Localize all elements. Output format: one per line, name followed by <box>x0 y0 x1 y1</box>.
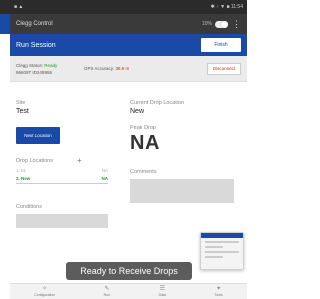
status-prefix: Clegg Status: <box>16 62 44 68</box>
bottom-nav: ✧ Configuration ✎ Run ☰ Data ✦ Tools <box>10 283 247 299</box>
nav-label: Tools <box>214 293 223 297</box>
drop-locations-label: Drop Locations <box>16 157 53 164</box>
app-meta: 10% <box>201 21 212 27</box>
nav-label: Configuration <box>34 293 56 297</box>
device-info-bar: Clegg Status: Ready 96609T ID248886 GPS … <box>10 56 247 82</box>
app-window: ■ ▲ ✱ ↑ ▼ ■ 11:54 Clegg Control 10% ⋮ Ru… <box>10 0 247 299</box>
finish-button[interactable]: Finish <box>201 38 241 52</box>
disconnect-button[interactable]: Disconnect <box>207 62 241 75</box>
background-app-edge <box>0 0 10 299</box>
gps-prefix: GPS Accuracy: <box>84 66 115 71</box>
list-item[interactable]: 1. 01 NA <box>16 168 108 173</box>
app-bar: Clegg Control 10% ⋮ <box>10 14 247 34</box>
more-options-icon[interactable]: ⋮ <box>232 19 241 29</box>
session-header: Run Session Finish <box>10 34 247 56</box>
nav-label: Run <box>103 293 111 297</box>
toggle-switch[interactable] <box>215 20 228 28</box>
status-left: ■ ▲ <box>14 4 24 10</box>
divider <box>16 183 108 184</box>
session-title: Run Session <box>16 41 56 49</box>
device-serial: 96609T ID248886 <box>16 69 52 75</box>
right-column: Current Drop Location New Peak Drop NA C… <box>130 100 240 203</box>
run-icon: ✎ <box>104 286 110 292</box>
current-location-value: New <box>130 108 145 115</box>
current-location-label: Current Drop Location <box>130 100 185 106</box>
toast-message: Ready to Receive Drops <box>66 262 192 280</box>
next-location-button[interactable]: Next Location <box>16 127 60 144</box>
nav-label: Data <box>158 293 166 297</box>
site-value: Test <box>16 108 29 115</box>
status-value: Ready <box>44 62 58 68</box>
app-title: Clegg Control <box>16 21 53 27</box>
nav-data[interactable]: ☰ Data <box>159 286 166 297</box>
nav-tools[interactable]: ✦ Tools <box>215 286 223 297</box>
status-bar: ■ ▲ ✱ ↑ ▼ ■ 11:54 <box>10 0 247 14</box>
site-label: Site <box>16 100 26 106</box>
left-column: Site Test Next Location Drop Locations +… <box>16 100 116 228</box>
drop-name: 1. 01 <box>16 168 27 173</box>
conditions-label: Conditions <box>16 204 42 210</box>
drop-value: NA <box>101 176 109 181</box>
data-icon: ☰ <box>159 286 165 292</box>
drop-value: NA <box>101 168 108 173</box>
screenshot-thumbnail[interactable] <box>200 232 244 270</box>
conditions-field[interactable] <box>16 214 108 228</box>
peak-drop-value: NA <box>130 132 160 154</box>
nav-configuration[interactable]: ✧ Configuration <box>34 286 55 297</box>
gps-value: 38.9 m <box>115 66 130 71</box>
drop-name: 2. New <box>16 176 31 181</box>
configuration-icon: ✧ <box>42 286 48 292</box>
tools-icon: ✦ <box>216 286 222 292</box>
nav-run[interactable]: ✎ Run <box>104 286 110 297</box>
comments-field[interactable] <box>130 179 234 203</box>
status-right: ✱ ↑ ▼ ■ 11:54 <box>210 4 243 10</box>
peak-drop-label: Peak Drop <box>130 125 156 131</box>
drop-locations-header: Drop Locations + <box>16 156 116 165</box>
gps-accuracy: GPS Accuracy: 38.9 m <box>84 66 207 71</box>
list-item-selected[interactable]: 2. New NA <box>16 176 108 181</box>
device-status: Clegg Status: Ready 96609T ID248886 <box>16 62 84 76</box>
add-icon[interactable]: + <box>77 156 82 165</box>
comments-label: Comments <box>130 169 157 175</box>
